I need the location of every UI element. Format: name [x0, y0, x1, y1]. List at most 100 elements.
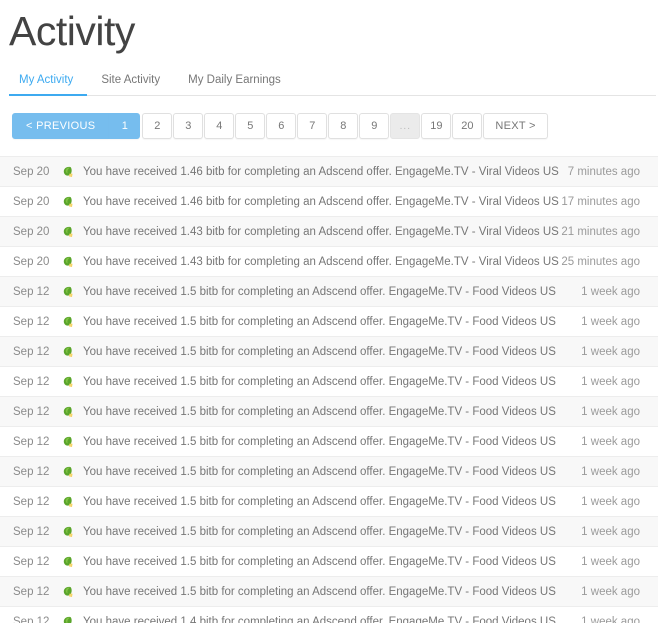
activity-row-timestamp: 1 week ago [581, 615, 640, 623]
activity-row-description: You have received 1.5 bitb for completin… [83, 405, 556, 418]
pagination-page-8[interactable]: 8 [328, 113, 359, 139]
activity-row-date: Sep 12 [13, 585, 50, 598]
pagination-previous-button[interactable]: < PREVIOUS [12, 113, 110, 139]
activity-row-timestamp: 1 week ago [581, 585, 640, 598]
activity-row-description: You have received 1.4 bitb for completin… [83, 615, 556, 623]
activity-row-description: You have received 1.5 bitb for completin… [83, 465, 556, 478]
activity-row-date: Sep 12 [13, 615, 50, 623]
activity-row-date: Sep 12 [13, 435, 50, 448]
green-leaf-icon [58, 226, 78, 238]
activity-row-timestamp: 1 week ago [581, 375, 640, 388]
activity-row[interactable]: Sep 12 You have received 1.5 bitb for com… [0, 486, 658, 516]
activity-row-description: You have received 1.5 bitb for completin… [83, 585, 556, 598]
pagination-page-6[interactable]: 6 [266, 113, 297, 139]
activity-row[interactable]: Sep 12 You have received 1.5 bitb for com… [0, 336, 658, 366]
activity-row-timestamp: 1 week ago [581, 495, 640, 508]
activity-row-description: You have received 1.5 bitb for completin… [83, 435, 556, 448]
activity-row-timestamp: 7 minutes ago [567, 165, 640, 178]
green-leaf-icon [58, 346, 78, 358]
green-leaf-icon [58, 616, 78, 623]
activity-row-description: You have received 1.5 bitb for completin… [83, 345, 556, 358]
activity-row-description: You have received 1.46 bitb for completi… [83, 165, 559, 178]
activity-row[interactable]: Sep 12 You have received 1.5 bitb for com… [0, 426, 658, 456]
activity-row[interactable]: Sep 12 You have received 1.5 bitb for com… [0, 366, 658, 396]
activity-row-timestamp: 1 week ago [581, 315, 640, 328]
activity-row-timestamp: 1 week ago [581, 345, 640, 358]
activity-row-date: Sep 12 [13, 555, 50, 568]
activity-row[interactable]: Sep 20 You have received 1.43 bitb for co… [0, 246, 658, 276]
activity-row-date: Sep 20 [13, 195, 50, 208]
activity-row[interactable]: Sep 12 You have received 1.5 bitb for com… [0, 456, 658, 486]
page-title: Activity [9, 8, 135, 54]
pagination-page-4[interactable]: 4 [204, 113, 235, 139]
green-leaf-icon [58, 526, 78, 538]
activity-row-description: You have received 1.5 bitb for completin… [83, 285, 556, 298]
green-leaf-icon [58, 256, 78, 268]
green-leaf-icon [58, 286, 78, 298]
pagination-page-9[interactable]: 9 [359, 113, 390, 139]
activity-row[interactable]: Sep 12 You have received 1.5 bitb for com… [0, 396, 658, 426]
activity-row[interactable]: Sep 20 You have received 1.46 bitb for co… [0, 186, 658, 216]
tab-my-daily-earnings[interactable]: My Daily Earnings [174, 74, 295, 95]
pagination-next-button[interactable]: NEXT > [483, 113, 548, 139]
activity-row-timestamp: 1 week ago [581, 465, 640, 478]
pagination-page-5[interactable]: 5 [235, 113, 266, 139]
activity-row[interactable]: Sep 12 You have received 1.5 bitb for com… [0, 516, 658, 546]
activity-row-timestamp: 1 week ago [581, 525, 640, 538]
activity-row-date: Sep 20 [13, 165, 50, 178]
activity-row[interactable]: Sep 12 You have received 1.5 bitb for com… [0, 576, 658, 606]
pagination-ellipsis: ... [390, 113, 421, 139]
pagination-page-7[interactable]: 7 [297, 113, 328, 139]
activity-row-date: Sep 12 [13, 495, 50, 508]
green-leaf-icon [58, 406, 78, 418]
activity-tabs: My Activity Site Activity My Daily Earning… [9, 66, 656, 96]
pagination: < PREVIOUS 1 2 3 4 5 6 7 8 9... 19 20 NEXT > [12, 113, 658, 139]
activity-row-description: You have received 1.5 bitb for completin… [83, 555, 556, 568]
activity-row-date: Sep 12 [13, 525, 50, 538]
activity-row-timestamp: 1 week ago [581, 435, 640, 448]
activity-row-date: Sep 12 [13, 405, 50, 418]
activity-row-date: Sep 12 [13, 375, 50, 388]
activity-list: Sep 20 You have received 1.46 bitb for co… [0, 156, 658, 623]
pagination-page-3[interactable]: 3 [173, 113, 204, 139]
activity-row-description: You have received 1.46 bitb for completi… [83, 195, 559, 208]
activity-row-timestamp: 1 week ago [581, 285, 640, 298]
activity-row[interactable]: Sep 12 You have received 1.5 bitb for com… [0, 306, 658, 336]
activity-row-description: You have received 1.5 bitb for completin… [83, 375, 556, 388]
activity-row-date: Sep 12 [13, 285, 50, 298]
activity-row-timestamp: 1 week ago [581, 405, 640, 418]
activity-row-description: You have received 1.5 bitb for completin… [83, 525, 556, 538]
activity-row-description: You have received 1.5 bitb for completin… [83, 495, 556, 508]
green-leaf-icon [58, 196, 78, 208]
pagination-page-current[interactable]: 1 [109, 113, 141, 139]
activity-row[interactable]: Sep 20 You have received 1.46 bitb for co… [0, 156, 658, 186]
activity-row[interactable]: Sep 20 You have received 1.43 bitb for co… [0, 216, 658, 246]
activity-row-date: Sep 12 [13, 465, 50, 478]
green-leaf-icon [58, 466, 78, 478]
pagination-page-19[interactable]: 19 [421, 113, 452, 139]
activity-row-date: Sep 12 [13, 345, 50, 358]
activity-row-date: Sep 20 [13, 255, 50, 268]
activity-row[interactable]: Sep 12 You have received 1.5 bitb for com… [0, 276, 658, 306]
activity-row[interactable]: Sep 12 You have received 1.4 bitb for com… [0, 606, 658, 623]
green-leaf-icon [58, 436, 78, 448]
activity-row-date: Sep 20 [13, 225, 50, 238]
activity-row[interactable]: Sep 12 You have received 1.5 bitb for com… [0, 546, 658, 576]
green-leaf-icon [58, 496, 78, 508]
activity-row-timestamp: 21 minutes ago [561, 225, 640, 238]
green-leaf-icon [58, 316, 78, 328]
green-leaf-icon [58, 376, 78, 388]
activity-row-timestamp: 25 minutes ago [561, 255, 640, 268]
green-leaf-icon [58, 586, 78, 598]
activity-row-timestamp: 17 minutes ago [561, 195, 640, 208]
activity-row-description: You have received 1.43 bitb for completi… [83, 255, 559, 268]
activity-row-timestamp: 1 week ago [581, 555, 640, 568]
activity-row-description: You have received 1.43 bitb for completi… [83, 225, 559, 238]
pagination-page-2[interactable]: 2 [142, 113, 173, 139]
pagination-page-20[interactable]: 20 [452, 113, 483, 139]
tab-site-activity[interactable]: Site Activity [87, 74, 174, 95]
tab-my-activity[interactable]: My Activity [9, 74, 88, 96]
green-leaf-icon [58, 556, 78, 568]
activity-row-description: You have received 1.5 bitb for completin… [83, 315, 556, 328]
activity-row-date: Sep 12 [13, 315, 50, 328]
